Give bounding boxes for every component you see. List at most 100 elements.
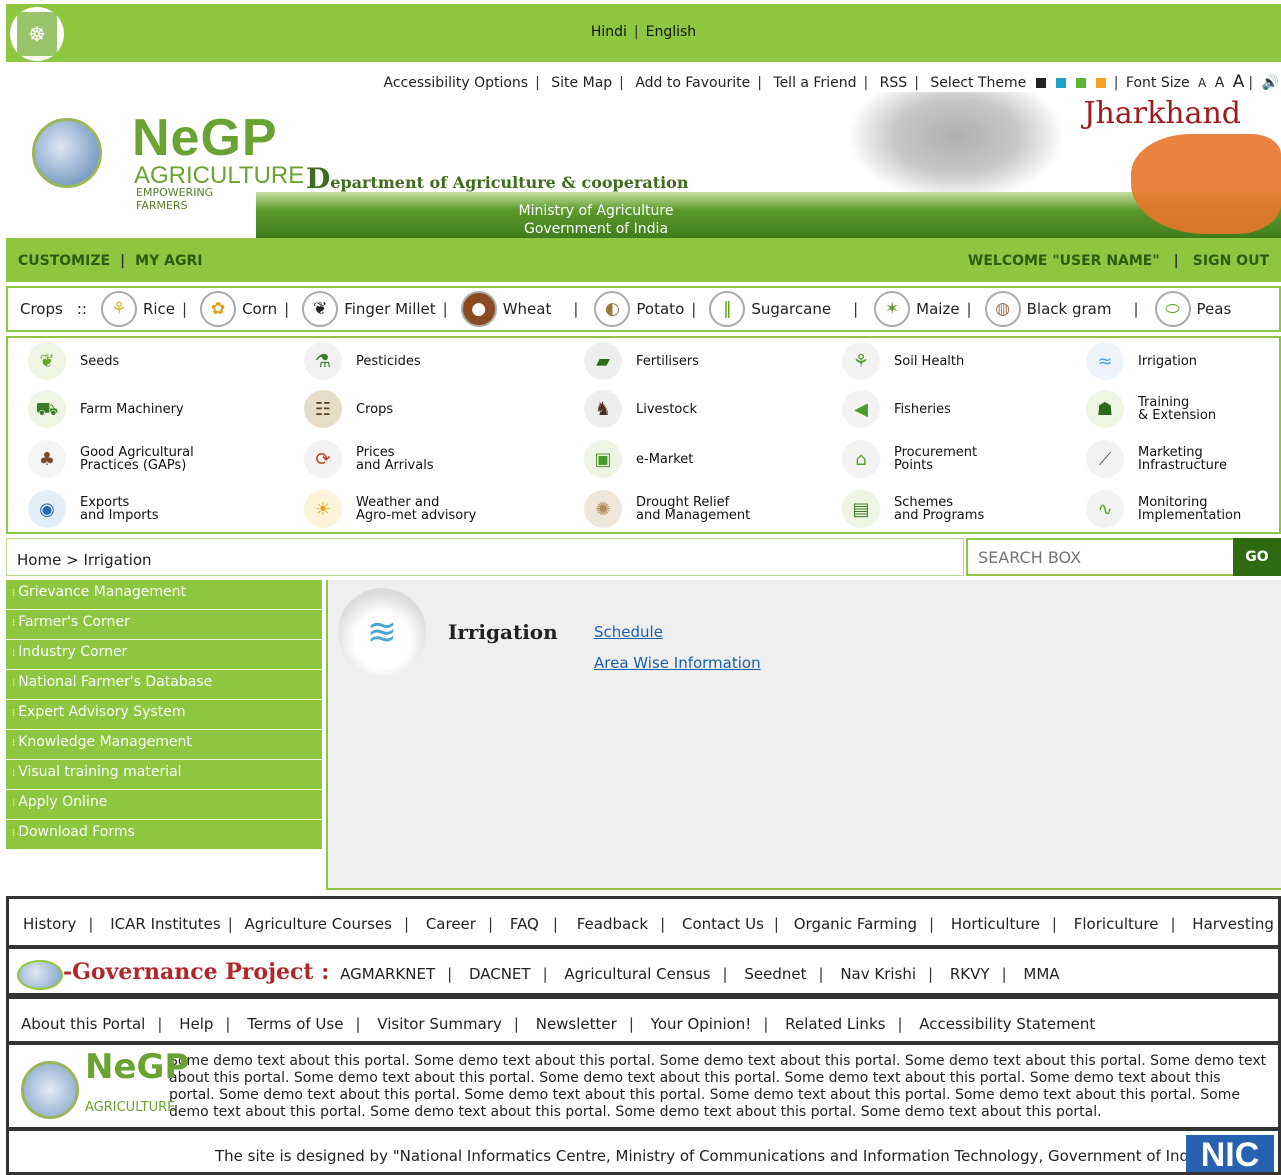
category-schemes-programs[interactable]: ▤ Schemes and Programs <box>842 490 984 528</box>
category-gaps[interactable]: ♣ Good Agricultural Practices (GAPs) <box>28 440 194 478</box>
nic-logo[interactable]: NIC <box>1186 1135 1274 1172</box>
crops-field-icon: ☷ <box>304 390 342 428</box>
theme-dark-swatch[interactable] <box>1035 78 1046 88</box>
theme-green-swatch[interactable] <box>1075 78 1086 88</box>
site-header: Accessibility Options | Site Map | Add to … <box>6 62 1281 238</box>
go-button[interactable]: GO <box>1233 538 1281 576</box>
menu-download-forms[interactable]: ⁝ Download Forms <box>6 820 322 850</box>
footer-terms-of-use[interactable]: Terms of Use <box>247 1015 343 1033</box>
font-size-small-button[interactable]: A <box>1198 76 1206 90</box>
category-training-extension[interactable]: ☗ Training & Extension <box>1086 390 1216 428</box>
category-monitoring-implementation[interactable]: ∿ Monitoring Implementation <box>1086 490 1241 528</box>
category-weather-advisory[interactable]: ☀ Weather and Agro-met advisory <box>304 490 476 528</box>
category-e-market[interactable]: ▣ e-Market <box>584 440 693 478</box>
customize-link[interactable]: CUSTOMIZE <box>18 253 110 269</box>
footer-contact-us[interactable]: Contact Us <box>682 915 764 933</box>
menu-grievance-management[interactable]: ⁝ Grievance Management <box>6 580 322 610</box>
crop-finger-millet[interactable]: Finger Millet <box>344 300 435 318</box>
footer-newsletter[interactable]: Newsletter <box>536 1015 617 1033</box>
theme-blue-swatch[interactable] <box>1055 78 1066 88</box>
schedule-link[interactable]: Schedule <box>594 623 663 641</box>
menu-industry-corner[interactable]: ⁝ Industry Corner <box>6 640 322 670</box>
search-input[interactable] <box>968 540 1234 574</box>
add-to-favourite-link[interactable]: Add to Favourite <box>635 75 750 91</box>
menu-knowledge-management[interactable]: ⁝ Knowledge Management <box>6 730 322 760</box>
gov-rkvy[interactable]: RKVY <box>950 965 990 983</box>
page-title: Irrigation <box>448 620 558 644</box>
footer-horticulture[interactable]: Horticulture <box>951 915 1040 933</box>
governance-title: -Governance Project : <box>63 959 330 985</box>
gov-nav-krishi[interactable]: Nav Krishi <box>840 965 916 983</box>
category-fisheries[interactable]: ◀ Fisheries <box>842 390 951 428</box>
footer-floriculture[interactable]: Floriculture <box>1074 915 1159 933</box>
globe-icon <box>21 1061 79 1119</box>
menu-visual-training-material[interactable]: ⁝ Visual training material <box>6 760 322 790</box>
category-livestock[interactable]: ♞ Livestock <box>584 390 697 428</box>
tell-a-friend-link[interactable]: Tell a Friend <box>773 75 856 91</box>
credit-bar: The site is designed by "National Inform… <box>6 1128 1281 1175</box>
category-drought-relief[interactable]: ✺ Drought Relief and Management <box>584 490 750 528</box>
menu-expert-advisory-system[interactable]: ⁝ Expert Advisory System <box>6 700 322 730</box>
crop-sugarcane[interactable]: Sugarcane <box>751 300 831 318</box>
crop-wheat[interactable]: Wheat <box>503 300 552 318</box>
speaker-icon[interactable]: 🔊 <box>1262 75 1279 91</box>
menu-national-farmers-database[interactable]: ⁝ National Farmer's Database <box>6 670 322 700</box>
category-pesticides[interactable]: ⚗ Pesticides <box>304 342 421 380</box>
footer-accessibility-statement[interactable]: Accessibility Statement <box>919 1015 1095 1033</box>
crop-rice[interactable]: Rice <box>143 300 175 318</box>
menu-apply-online[interactable]: ⁝ Apply Online <box>6 790 322 820</box>
category-marketing-infrastructure[interactable]: ⟋ Marketing Infrastructure <box>1086 440 1227 478</box>
font-size-large-button[interactable]: A <box>1233 72 1245 92</box>
footer-icar-institutes[interactable]: ICAR Institutes <box>110 915 220 933</box>
crop-maize[interactable]: Maize <box>916 300 959 318</box>
footer-feadback[interactable]: Feadback <box>577 915 648 933</box>
footer-your-opinion[interactable]: Your Opinion! <box>651 1015 752 1033</box>
theme-orange-swatch[interactable] <box>1095 78 1106 88</box>
gov-dacnet[interactable]: DACNET <box>469 965 531 983</box>
e-market-icon: ▣ <box>584 440 622 478</box>
category-irrigation[interactable]: ≈ Irrigation <box>1086 342 1197 380</box>
site-map-link[interactable]: Site Map <box>551 75 612 91</box>
footer-organic-farming[interactable]: Organic Farming <box>794 915 917 933</box>
category-fertilisers[interactable]: ▰ Fertilisers <box>584 342 699 380</box>
english-link[interactable]: English <box>646 24 697 40</box>
footer-history[interactable]: History <box>23 915 76 933</box>
footer-about-portal[interactable]: About this Portal <box>21 1015 145 1033</box>
breadcrumb-home[interactable]: Home <box>17 551 61 569</box>
category-procurement-points[interactable]: ⌂ Procurement Points <box>842 440 977 478</box>
footer-links-primary: History | ICAR Institutes | Agriculture Co… <box>6 896 1281 948</box>
category-soil-health[interactable]: ⚘ Soil Health <box>842 342 964 380</box>
area-wise-information-link[interactable]: Area Wise Information <box>594 654 761 672</box>
gov-seednet[interactable]: Seednet <box>744 965 806 983</box>
crop-corn[interactable]: Corn <box>242 300 277 318</box>
footer-help[interactable]: Help <box>179 1015 213 1033</box>
footer-career[interactable]: Career <box>426 915 476 933</box>
pesticides-icon: ⚗ <box>304 342 342 380</box>
crop-peas[interactable]: Peas <box>1197 300 1232 318</box>
my-agri-link[interactable]: MY AGRI <box>135 253 202 269</box>
hindi-link[interactable]: Hindi <box>591 24 627 40</box>
footer-agriculture-courses[interactable]: Agriculture Courses <box>245 915 392 933</box>
crop-potato[interactable]: Potato <box>636 300 684 318</box>
menu-farmers-corner[interactable]: ⁝ Farmer's Corner <box>6 610 322 640</box>
livestock-icon: ♞ <box>584 390 622 428</box>
rss-link[interactable]: RSS <box>880 75 908 91</box>
accessibility-options-link[interactable]: Accessibility Options <box>383 75 528 91</box>
crop-black-gram[interactable]: Black gram <box>1027 300 1112 318</box>
gov-agmarknet[interactable]: AGMARKNET <box>340 965 435 983</box>
category-seeds[interactable]: ❦ Seeds <box>28 342 119 380</box>
sign-out-link[interactable]: SIGN OUT <box>1193 253 1269 269</box>
footer-harvesting[interactable]: Harvesting <box>1192 915 1274 933</box>
footer-faq[interactable]: FAQ <box>510 915 539 933</box>
category-exports-imports[interactable]: ◉ Exports and Imports <box>28 490 159 528</box>
gov-mma[interactable]: MMA <box>1023 965 1059 983</box>
prices-icon: ⟳ <box>304 440 342 478</box>
font-size-medium-button[interactable]: A <box>1215 75 1225 91</box>
category-farm-machinery[interactable]: ⛟ Farm Machinery <box>28 390 184 428</box>
footer-visitor-summary[interactable]: Visitor Summary <box>377 1015 502 1033</box>
category-prices-arrivals[interactable]: ⟳ Prices and Arrivals <box>304 440 434 478</box>
gov-agricultural-census[interactable]: Agricultural Census <box>564 965 710 983</box>
footer-related-links[interactable]: Related Links <box>785 1015 885 1033</box>
negp-logo[interactable]: NeGP AGRICULTURE EMPOWERING FARMERS <box>12 102 304 212</box>
category-crops[interactable]: ☷ Crops <box>304 390 393 428</box>
